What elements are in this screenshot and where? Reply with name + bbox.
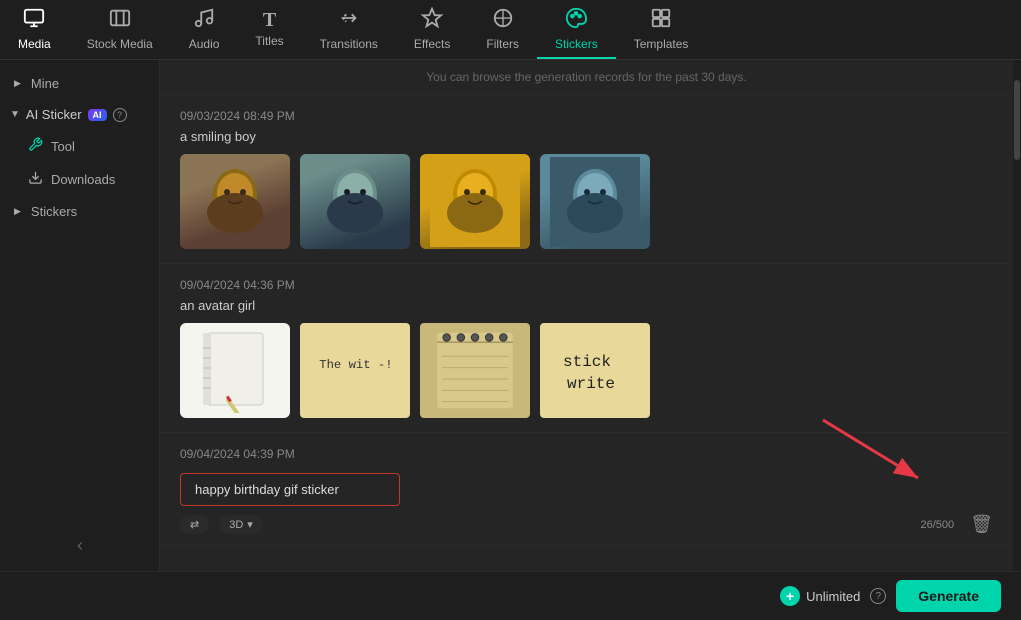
audio-icon xyxy=(193,7,215,33)
nav-stock-media-label: Stock Media xyxy=(87,37,153,51)
ai-badge: AI xyxy=(88,109,107,121)
ai-sticker-help-icon[interactable]: ? xyxy=(113,108,127,122)
nav-audio-label: Audio xyxy=(189,37,220,51)
sticker-note-image[interactable]: The wit -! xyxy=(300,323,410,418)
nav-effects-label: Effects xyxy=(414,37,450,51)
nav-stickers-label: Stickers xyxy=(555,37,598,51)
nav-media-label: Media xyxy=(18,37,51,51)
svg-text:stick: stick xyxy=(563,353,611,371)
bottom-bar: + Unlimited ? Generate xyxy=(0,571,1021,620)
nav-audio[interactable]: Audio xyxy=(171,0,238,59)
options-row: ⇄ 3D ▾ 26/500 🗑 xyxy=(180,514,993,535)
prompt-box: happy birthday gif sticker xyxy=(180,473,400,506)
filters-icon xyxy=(492,7,514,33)
question-icon[interactable]: ? xyxy=(870,588,886,604)
nav-transitions[interactable]: Transitions xyxy=(302,0,396,59)
sidebar-item-mine[interactable]: ▶ Mine xyxy=(0,68,159,99)
stickers-icon xyxy=(565,7,587,33)
transitions-icon xyxy=(338,7,360,33)
sidebar-item-stickers[interactable]: ▶ Stickers xyxy=(0,196,159,227)
tool-icon xyxy=(28,137,43,156)
scrollbar-thumb[interactable] xyxy=(1014,80,1020,160)
sidebar-item-tool[interactable]: Tool xyxy=(0,130,159,163)
option-random[interactable]: ⇄ xyxy=(180,515,209,534)
nav-titles-label: Titles xyxy=(255,34,283,48)
nav-templates[interactable]: Templates xyxy=(616,0,707,59)
sticker-spiral-image[interactable] xyxy=(420,323,530,418)
generate-button[interactable]: Generate xyxy=(896,580,1001,612)
sticker-write-image[interactable]: stick write xyxy=(540,323,650,418)
random-icon: ⇄ xyxy=(190,518,199,531)
option-3d-label: 3D xyxy=(229,519,243,531)
char-count: 26/500 xyxy=(920,519,954,531)
stock-media-icon xyxy=(109,7,131,33)
section2-image-grid: The wit -! xyxy=(180,323,993,418)
boy-image-2[interactable] xyxy=(300,154,410,249)
boy-image-1[interactable] xyxy=(180,154,290,249)
nav-filters-label: Filters xyxy=(486,37,519,51)
nav-transitions-label: Transitions xyxy=(320,37,378,51)
nav-stock-media[interactable]: Stock Media xyxy=(69,0,171,59)
sidebar-mine-label: Mine xyxy=(31,76,59,91)
sticker-notebook-image[interactable] xyxy=(180,323,290,418)
prompt-box-container: happy birthday gif sticker xyxy=(180,473,400,506)
plus-circle-icon: + xyxy=(780,586,800,606)
sidebar: ▶ Mine ▼ AI Sticker AI ? Tool Downloads … xyxy=(0,60,160,571)
sidebar-ai-sticker-label: AI Sticker xyxy=(26,107,82,122)
templates-icon xyxy=(650,7,672,33)
svg-text:The wit -!: The wit -! xyxy=(319,358,392,372)
nav-titles[interactable]: T Titles xyxy=(237,0,301,59)
scrollbar-track[interactable] xyxy=(1013,60,1021,571)
unlimited-label: Unlimited xyxy=(806,589,860,604)
browse-notice: You can browse the generation records fo… xyxy=(160,60,1013,95)
option-3d-dropdown-icon: ▾ xyxy=(247,518,253,531)
section2-label: an avatar girl xyxy=(180,298,993,313)
nav-media[interactable]: Media xyxy=(0,0,69,59)
mine-arrow-icon: ▶ xyxy=(14,78,21,89)
question-symbol: ? xyxy=(876,591,882,602)
plus-symbol: + xyxy=(786,588,794,604)
section-smiling-boy: 09/03/2024 08:49 PM a smiling boy xyxy=(160,95,1013,264)
nav-templates-label: Templates xyxy=(634,37,689,51)
effects-icon xyxy=(421,7,443,33)
option-3d[interactable]: 3D ▾ xyxy=(219,515,263,534)
section-avatar-girl: 09/04/2024 04:36 PM an avatar girl xyxy=(160,264,1013,433)
delete-icon[interactable]: 🗑 xyxy=(970,514,993,535)
nav-effects[interactable]: Effects xyxy=(396,0,468,59)
sidebar-item-ai-sticker[interactable]: ▼ AI Sticker AI ? xyxy=(0,99,159,130)
boy-image-4[interactable] xyxy=(540,154,650,249)
sidebar-stickers-label: Stickers xyxy=(31,204,77,219)
collapse-button[interactable] xyxy=(0,529,159,563)
boy-image-3[interactable] xyxy=(420,154,530,249)
section1-label: a smiling boy xyxy=(180,129,993,144)
ai-sticker-collapse-icon: ▼ xyxy=(10,109,20,120)
section1-image-grid xyxy=(180,154,993,249)
svg-text:write: write xyxy=(567,375,615,393)
downloads-icon xyxy=(28,170,43,189)
section1-date: 09/03/2024 08:49 PM xyxy=(180,109,993,123)
stickers-arrow-icon: ▶ xyxy=(14,206,21,217)
nav-filters[interactable]: Filters xyxy=(468,0,537,59)
sidebar-item-downloads[interactable]: Downloads xyxy=(0,163,159,196)
top-nav: Media Stock Media Audio T Titles Transit… xyxy=(0,0,1021,60)
generation-date: 09/04/2024 04:39 PM xyxy=(180,447,993,461)
media-icon xyxy=(23,7,45,33)
sidebar-tool-label: Tool xyxy=(51,139,75,154)
content-area: You can browse the generation records fo… xyxy=(160,60,1013,571)
nav-stickers[interactable]: Stickers xyxy=(537,0,616,59)
unlimited-button[interactable]: + Unlimited xyxy=(780,586,860,606)
main-layout: ▶ Mine ▼ AI Sticker AI ? Tool Downloads … xyxy=(0,60,1021,571)
section2-date: 09/04/2024 04:36 PM xyxy=(180,278,993,292)
generation-section: 09/04/2024 04:39 PM happy birthday gif s… xyxy=(160,433,1013,546)
sidebar-downloads-label: Downloads xyxy=(51,172,115,187)
titles-icon: T xyxy=(263,10,276,30)
